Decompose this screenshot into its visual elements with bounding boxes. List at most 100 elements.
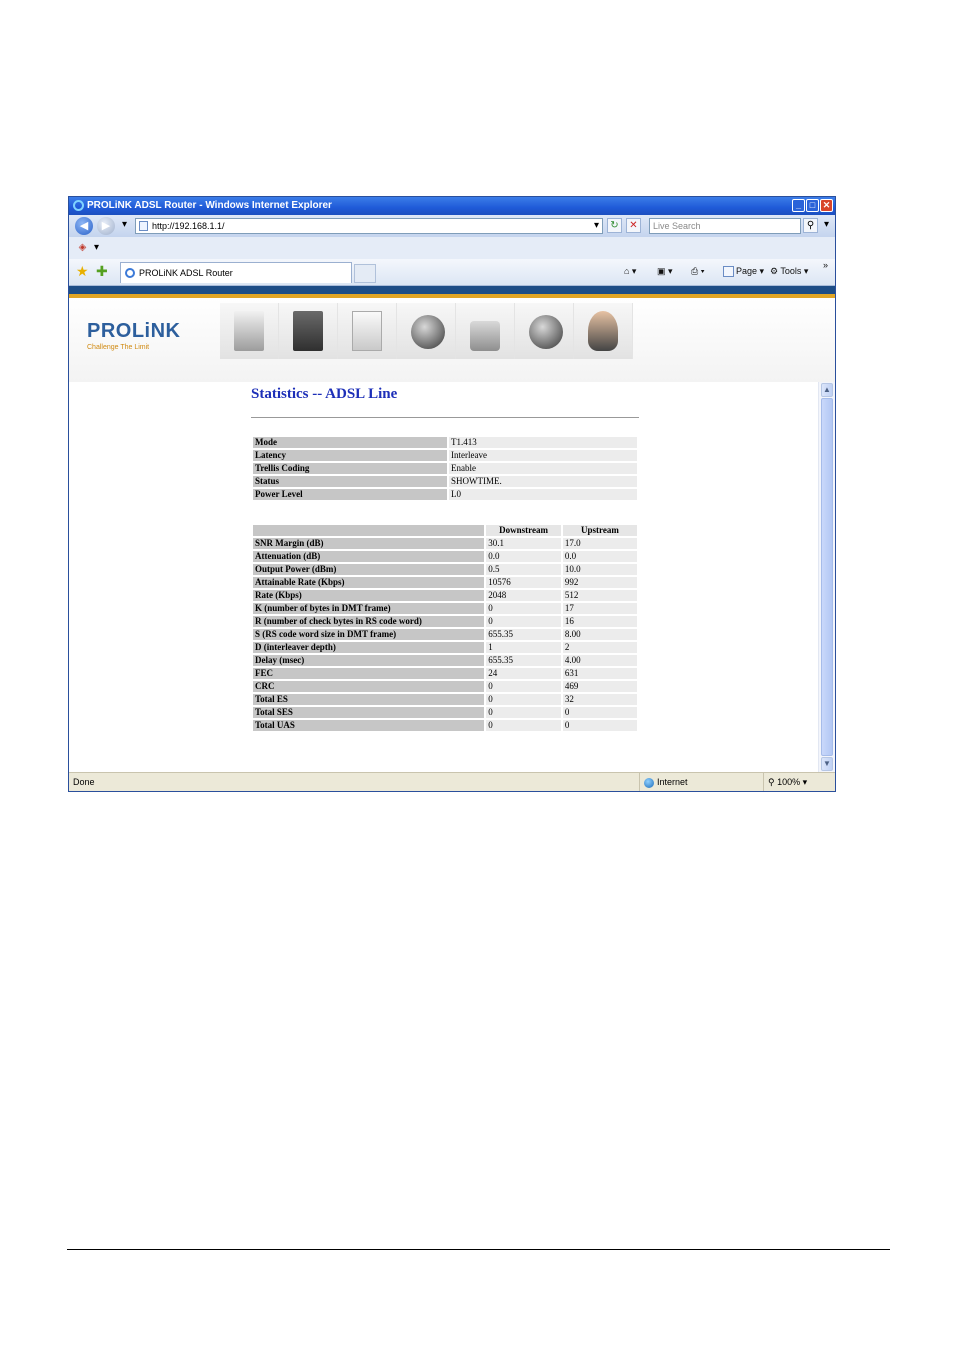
page-viewport: PROLiNK Challenge The Limit Statistics -… — [69, 286, 835, 772]
stats-label: Delay (msec) — [253, 655, 485, 666]
info-label: Mode — [253, 437, 447, 448]
info-label: Trellis Coding — [253, 463, 447, 474]
downstream-value: 0 — [486, 616, 561, 627]
logo-tagline: Challenge The Limit — [87, 344, 150, 351]
nav-network-globe-icon[interactable] — [515, 303, 574, 359]
nav-tower-icon[interactable] — [338, 303, 397, 359]
stats-row: SNR Margin (dB) 30.1 17.0 — [253, 538, 637, 549]
downstream-value: 0 — [486, 707, 561, 718]
page-menu-button[interactable]: Page ▾ — [723, 264, 764, 278]
info-value: Interleave — [449, 450, 637, 461]
stats-row: Delay (msec) 655.35 4.00 — [253, 655, 637, 666]
rss-icon[interactable]: ▣ ▾ — [657, 264, 673, 278]
history-dropdown-icon[interactable]: ▾ — [117, 218, 132, 233]
downstream-value: 0.0 — [486, 551, 561, 562]
stats-label: R (number of check bytes in RS code word… — [253, 616, 485, 627]
home-icon[interactable]: ⌂ ▾ — [624, 264, 636, 278]
tools-menu-button[interactable]: ⚙ Tools ▾ — [770, 264, 808, 278]
status-bar: Done Internet ⚲ 100% ▾ — [69, 772, 835, 791]
vertical-scrollbar[interactable]: ▲ ▼ — [818, 382, 835, 772]
nav-monitor-icon[interactable] — [220, 303, 279, 359]
upstream-value: 0 — [562, 720, 637, 731]
info-value: T1.413 — [449, 437, 637, 448]
more-commands-button[interactable]: » — [823, 258, 828, 272]
search-options-icon[interactable]: ▾ — [819, 218, 834, 233]
line-info-table: Mode T1.413 Latency Interleave Trellis Codin… — [251, 435, 639, 502]
minimize-button[interactable]: _ — [792, 199, 805, 212]
page-title: Statistics -- ADSL Line — [251, 386, 398, 402]
stats-label: D (interleaver depth) — [253, 642, 485, 653]
downstream-value: 2048 — [486, 590, 561, 601]
search-input[interactable]: Live Search — [649, 218, 801, 234]
downstream-value: 24 — [486, 668, 561, 679]
stats-row: D (interleaver depth) 1 2 — [253, 642, 637, 653]
downstream-value: 0 — [486, 681, 561, 692]
upstream-value: 4.00 — [562, 655, 637, 666]
info-value: L0 — [449, 489, 637, 500]
nav-user-icon[interactable] — [574, 303, 633, 359]
upstream-value: 631 — [562, 668, 637, 679]
downstream-value: 655.35 — [486, 629, 561, 640]
scroll-thumb[interactable] — [821, 398, 833, 756]
info-row: Mode T1.413 — [253, 437, 637, 448]
page-icon — [139, 221, 148, 231]
downstream-value: 0 — [486, 694, 561, 705]
info-row: Power Level L0 — [253, 489, 637, 500]
address-dropdown-icon[interactable]: ▾ — [589, 219, 604, 234]
refresh-button[interactable]: ↻ — [607, 218, 622, 233]
zoom-control[interactable]: ⚲ 100% ▾ — [763, 773, 834, 791]
info-row: Latency Interleave — [253, 450, 637, 461]
upstream-value: 16 — [562, 616, 637, 627]
favorites-star-icon[interactable]: ★ — [76, 263, 89, 279]
feed-dropdown-icon[interactable]: ▾ — [89, 241, 104, 256]
router-header: PROLiNK Challenge The Limit — [69, 298, 835, 382]
downstream-header: Downstream — [486, 525, 561, 536]
address-text: http://192.168.1.1/ — [152, 221, 225, 231]
ie-tab-icon — [125, 268, 135, 278]
upstream-value: 32 — [562, 694, 637, 705]
stats-label: CRC — [253, 681, 485, 692]
info-value: Enable — [449, 463, 637, 474]
stats-label: Total UAS — [253, 720, 485, 731]
search-icon[interactable]: ⚲ — [803, 218, 818, 233]
upstream-value: 512 — [562, 590, 637, 601]
stop-button[interactable]: ✕ — [626, 218, 641, 233]
info-row: Trellis Coding Enable — [253, 463, 637, 474]
downstream-value: 10576 — [486, 577, 561, 588]
stats-label: SNR Margin (dB) — [253, 538, 485, 549]
line-stats-table: Downstream Upstream SNR Margin (dB) 30.1 1… — [251, 523, 639, 733]
upstream-value: 469 — [562, 681, 637, 692]
downstream-value: 0 — [486, 603, 561, 614]
stats-label: Attainable Rate (Kbps) — [253, 577, 485, 588]
info-row: Status SHOWTIME. — [253, 476, 637, 487]
back-button[interactable]: ◀ — [75, 217, 93, 235]
info-label: Power Level — [253, 489, 447, 500]
downstream-value: 0 — [486, 720, 561, 731]
stats-row: Rate (Kbps) 2048 512 — [253, 590, 637, 601]
new-tab-button[interactable] — [354, 264, 376, 283]
print-icon[interactable]: ⎙ ▾ — [691, 264, 704, 278]
stats-label: K (number of bytes in DMT frame) — [253, 603, 485, 614]
close-button[interactable]: ✕ — [820, 199, 833, 212]
downstream-value: 655.35 — [486, 655, 561, 666]
feed-icon[interactable]: ◈ — [75, 241, 90, 256]
status-text: Done — [73, 777, 95, 787]
title-divider — [251, 417, 639, 418]
document-footer-rule — [67, 1249, 890, 1250]
scroll-up-icon[interactable]: ▲ — [821, 383, 833, 397]
nav-globe-icon[interactable] — [397, 303, 456, 359]
address-input[interactable]: http://192.168.1.1/ — [135, 218, 603, 234]
stats-label: Total SES — [253, 707, 485, 718]
downstream-value: 30.1 — [486, 538, 561, 549]
downstream-value: 1 — [486, 642, 561, 653]
tab-router[interactable]: PROLiNK ADSL Router — [120, 262, 352, 283]
nav-gear-folder-icon[interactable] — [279, 303, 338, 359]
stats-row: Attenuation (dB) 0.0 0.0 — [253, 551, 637, 562]
maximize-button[interactable]: □ — [806, 199, 819, 212]
scroll-down-icon[interactable]: ▼ — [821, 757, 833, 771]
forward-button[interactable]: ▶ — [97, 217, 115, 235]
stats-label: Rate (Kbps) — [253, 590, 485, 601]
stats-row: Total SES 0 0 — [253, 707, 637, 718]
nav-lock-icon[interactable] — [456, 303, 515, 359]
add-favorite-icon[interactable]: ✚ — [96, 263, 108, 279]
